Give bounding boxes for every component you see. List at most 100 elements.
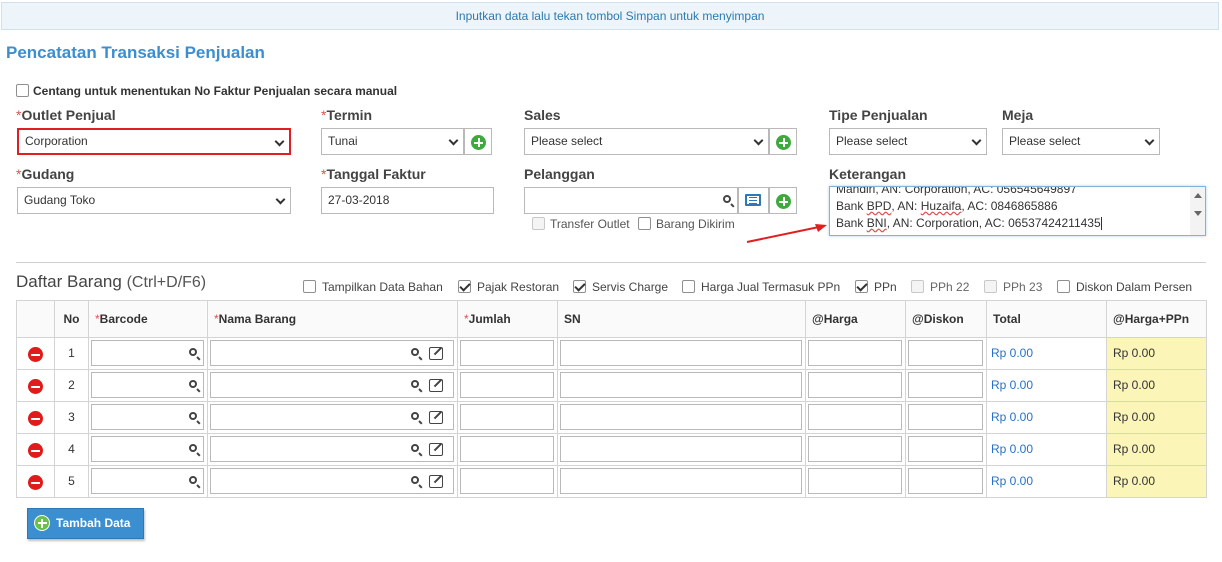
search-icon[interactable] [189,476,197,484]
nama-barang-input[interactable] [210,436,454,462]
tipe-penjualan-select[interactable]: Please select [829,128,987,155]
pelanggan-list-button[interactable] [738,187,769,214]
nama-barang-cell [207,401,458,434]
manual-invoice-checkbox[interactable] [16,84,29,98]
jumlah-input[interactable] [460,468,554,494]
harga-input[interactable] [808,340,902,366]
edit-icon[interactable] [429,347,443,360]
remove-row-icon[interactable] [28,347,43,362]
pelanggan-input[interactable] [524,187,738,214]
total-cell: Rp 0.00 [986,465,1107,498]
option-harga-jual-termasuk-ppn[interactable]: Harga Jual Termasuk PPn [682,280,840,294]
jumlah-input[interactable] [460,372,554,398]
option-pph-23[interactable]: PPh 23 [984,280,1042,294]
barcode-input[interactable] [91,404,204,430]
header-jumlah: *Jumlah [457,300,558,338]
search-icon[interactable] [723,195,731,203]
barcode-input[interactable] [91,468,204,494]
search-icon[interactable] [411,444,419,452]
add-pelanggan-button[interactable] [769,187,797,214]
diskon-input[interactable] [908,372,983,398]
harga-input[interactable] [808,468,902,494]
remove-row-icon[interactable] [28,443,43,458]
remove-row-icon[interactable] [28,379,43,394]
manual-invoice-option[interactable]: Centang untuk menentukan No Faktur Penju… [16,84,397,98]
option-diskon-dalam-persen[interactable]: Diskon Dalam Persen [1057,280,1192,294]
add-sales-button[interactable] [769,128,797,155]
chevron-down-icon [274,136,285,147]
edit-icon[interactable] [429,379,443,392]
diskon-input[interactable] [908,436,983,462]
sn-input[interactable] [560,468,802,494]
harga-input[interactable] [808,372,902,398]
option-ppn[interactable]: PPn [855,280,897,294]
sn-input[interactable] [560,436,802,462]
option-servis-charge[interactable]: Servis Charge [573,280,668,294]
scroll-up-icon[interactable] [1194,193,1202,198]
barcode-input[interactable] [91,436,204,462]
nama-barang-input[interactable] [210,340,454,366]
search-icon[interactable] [189,412,197,420]
harga-input[interactable] [808,436,902,462]
harga-ppn-value: Rp 0.00 [1113,346,1156,360]
barcode-input[interactable] [91,340,204,366]
transfer-outlet-checkbox[interactable] [532,217,545,231]
add-data-button[interactable]: Tambah Data [27,508,144,539]
jumlah-input[interactable] [460,436,554,462]
nama-barang-input[interactable] [210,372,454,398]
outlet-select[interactable]: Corporation [17,128,291,155]
search-icon[interactable] [411,476,419,484]
jumlah-input[interactable] [460,404,554,430]
jumlah-input[interactable] [460,340,554,366]
total-value: Rp 0.00 [991,442,1034,456]
search-icon[interactable] [189,348,197,356]
search-icon[interactable] [189,380,197,388]
option-pph-22[interactable]: PPh 22 [911,280,969,294]
harga-input[interactable] [808,404,902,430]
edit-icon[interactable] [429,475,443,488]
gudang-label: *Gudang [16,166,75,182]
sn-cell [557,369,806,402]
nama-barang-input[interactable] [210,404,454,430]
barang-dikirim-option[interactable]: Barang Dikirim [638,217,735,231]
barang-dikirim-checkbox[interactable] [638,217,651,231]
total-cell: Rp 0.00 [986,369,1107,402]
barcode-cell [88,433,208,466]
search-icon[interactable] [189,444,197,452]
barcode-input[interactable] [91,372,204,398]
sn-input[interactable] [560,372,802,398]
scroll-down-icon[interactable] [1194,211,1202,216]
harga-cell [805,401,906,434]
edit-icon[interactable] [429,411,443,424]
row-action [16,433,55,466]
remove-row-icon[interactable] [28,475,43,490]
sales-select[interactable]: Please select [524,128,769,155]
items-table: No *Barcode *Nama Barang *Jumlah SN @Har… [16,300,1207,498]
diskon-input[interactable] [908,340,983,366]
transfer-outlet-option[interactable]: Transfer Outlet [532,217,630,231]
sn-input[interactable] [560,340,802,366]
list-icon [745,194,761,206]
edit-icon[interactable] [429,443,443,456]
keterangan-textarea[interactable]: Mandiri, AN: Corporation, AC: 0565456498… [829,186,1206,236]
termin-select[interactable]: Tunai [321,128,464,155]
nama-barang-input[interactable] [210,468,454,494]
search-icon[interactable] [411,412,419,420]
plus-icon [776,194,791,209]
diskon-input[interactable] [908,404,983,430]
tipe-penjualan-label: Tipe Penjualan [829,107,928,123]
remove-row-icon[interactable] [28,411,43,426]
sn-input[interactable] [560,404,802,430]
search-icon[interactable] [411,380,419,388]
add-termin-button[interactable] [464,128,492,155]
tanggal-faktur-input[interactable]: 27-03-2018 [321,187,494,214]
row-action [16,465,55,498]
option-tampilkan-data-bahan[interactable]: Tampilkan Data Bahan [303,280,443,294]
textarea-scrollbar[interactable] [1190,187,1205,235]
total-value: Rp 0.00 [991,474,1034,488]
search-icon[interactable] [411,348,419,356]
diskon-input[interactable] [908,468,983,494]
gudang-select[interactable]: Gudang Toko [17,187,291,214]
meja-select[interactable]: Please select [1002,128,1160,155]
option-pajak-restoran[interactable]: Pajak Restoran [458,280,559,294]
